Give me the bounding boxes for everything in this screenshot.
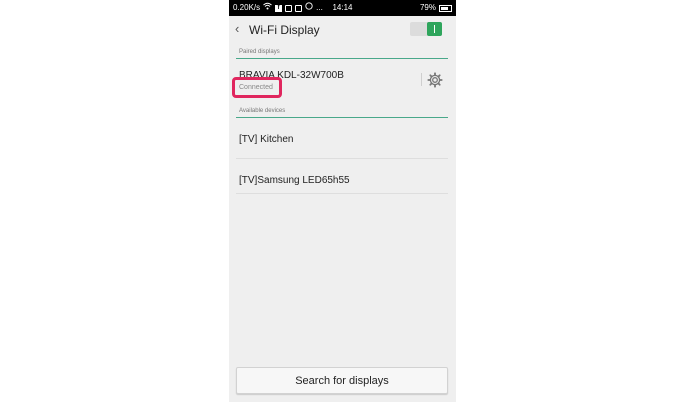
gear-icon[interactable] xyxy=(427,72,443,88)
page-title: Wi-Fi Display xyxy=(249,23,320,37)
row-separator xyxy=(236,158,448,159)
available-device-item[interactable]: [TV]Samsung LED65h55 xyxy=(239,175,350,186)
settings-separator xyxy=(421,73,422,86)
status-right: 79% xyxy=(420,0,452,16)
back-arrow-icon[interactable]: ‹ xyxy=(235,21,239,37)
toggle-knob xyxy=(427,22,442,36)
phone-screen: 0.20K/s f ... 14:14 79% ‹ Wi-Fi Display … xyxy=(229,0,456,402)
status-bar: 0.20K/s f ... 14:14 79% xyxy=(229,0,456,16)
app-header: ‹ Wi-Fi Display xyxy=(229,16,456,44)
battery-icon xyxy=(439,4,452,12)
paired-divider xyxy=(236,58,448,59)
row-separator xyxy=(236,193,448,194)
available-devices-label: Available devices xyxy=(239,108,286,114)
connected-highlight-box xyxy=(232,77,282,98)
search-for-displays-button[interactable]: Search for displays xyxy=(236,367,448,394)
battery-fill xyxy=(441,6,448,10)
wifi-display-toggle[interactable] xyxy=(410,22,442,36)
battery-percent: 79% xyxy=(419,3,436,12)
available-divider xyxy=(236,117,448,118)
available-device-item[interactable]: [TV] Kitchen xyxy=(239,134,293,145)
paired-displays-label: Paired displays xyxy=(239,49,280,55)
